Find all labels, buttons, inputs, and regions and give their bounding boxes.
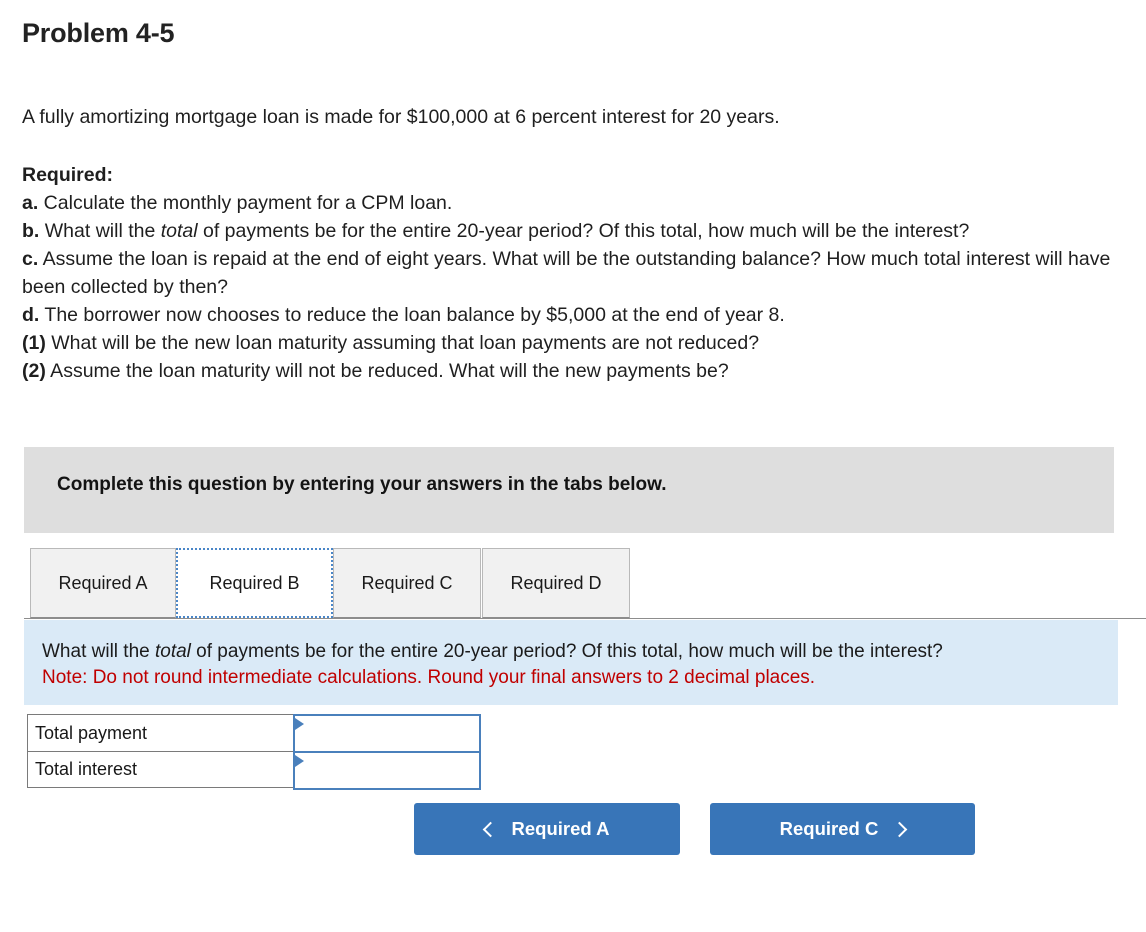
question-panel: What will the total of payments be for t… [24, 620, 1118, 705]
required-item: (2) Assume the loan maturity will not be… [22, 357, 1126, 385]
required-item-text: The borrower now chooses to reduce the l… [39, 304, 785, 326]
instruction-banner: Complete this question by entering your … [24, 447, 1114, 533]
chevron-left-icon [482, 821, 498, 837]
table-row: Total payment [27, 714, 481, 753]
required-item-text: Calculate the monthly payment for a CPM … [38, 192, 453, 214]
tab-required-a[interactable]: Required A [30, 548, 176, 618]
question-text-emphasis: total [154, 641, 191, 662]
prev-required-a-button[interactable]: Required A [414, 803, 680, 855]
tab-strip: Required A Required B Required C Required D [0, 548, 1146, 619]
required-item-label: d. [22, 304, 40, 326]
tab-label: Required D [510, 572, 602, 593]
instruction-banner-text: Complete this question by entering your … [57, 474, 667, 495]
required-item-emphasis: total [160, 220, 198, 242]
required-item-label: a. [22, 192, 39, 214]
tab-required-c[interactable]: Required C [333, 548, 481, 618]
required-item-text-cont: of payments be for the entire 20-year pe… [197, 220, 970, 242]
cell-marker-triangle-icon [295, 718, 304, 730]
required-item-label: (1) [22, 332, 46, 354]
rounding-note: Note: Do not round intermediate calculat… [42, 667, 816, 688]
tab-required-d[interactable]: Required D [482, 548, 630, 618]
required-item: b. What will the total of payments be fo… [22, 217, 1126, 245]
chevron-right-icon [892, 821, 908, 837]
answer-input-total-interest[interactable] [306, 753, 478, 788]
tab-label: Required A [58, 572, 148, 593]
required-item-label: (2) [22, 360, 46, 382]
required-item-text: Assume the loan is repaid at the end of … [22, 248, 1111, 298]
required-items: a. Calculate the monthly payment for a C… [22, 189, 1126, 385]
required-heading: Required: [22, 164, 114, 186]
answer-input-cell[interactable] [293, 751, 481, 790]
question-text-after: of payments be for the entire 20-year pe… [190, 641, 943, 662]
next-required-c-button[interactable]: Required C [710, 803, 975, 855]
tab-label: Required B [209, 572, 300, 593]
required-item-text: What will the [39, 220, 161, 242]
required-block: Required: a. Calculate the monthly payme… [22, 161, 1126, 385]
required-item: (1) What will be the new loan maturity a… [22, 329, 1126, 357]
answer-row-label: Total payment [35, 722, 148, 743]
tab-label: Required C [361, 572, 453, 593]
answer-input-total-payment[interactable] [306, 716, 478, 751]
answer-table: Total payment Total interest [27, 714, 481, 790]
cell-marker-triangle-icon [295, 755, 304, 767]
required-item: c. Assume the loan is repaid at the end … [22, 245, 1126, 301]
question-text: What will the total of payments be for t… [42, 639, 1118, 665]
problem-statement: A fully amortizing mortgage loan is made… [22, 106, 780, 128]
required-item-label: b. [22, 220, 40, 242]
required-item: a. Calculate the monthly payment for a C… [22, 189, 1126, 217]
nav-buttons: Required A Required C [0, 803, 1146, 857]
required-item-text: What will be the new loan maturity assum… [45, 332, 760, 354]
answer-input-cell[interactable] [293, 714, 481, 753]
question-text-before: What will the [42, 641, 155, 662]
tab-strip-underline [24, 618, 1146, 619]
page-title: Problem 4-5 [22, 18, 175, 48]
table-row: Total interest [27, 751, 481, 790]
answer-row-label: Total interest [35, 759, 138, 779]
required-item-label: c. [22, 248, 39, 270]
required-item: d. The borrower now chooses to reduce th… [22, 301, 1126, 329]
required-item-text: Assume the loan maturity will not be red… [45, 360, 729, 382]
next-button-label: Required C [779, 818, 879, 839]
prev-button-label: Required A [511, 818, 610, 839]
tab-required-b[interactable]: Required B [176, 548, 333, 618]
